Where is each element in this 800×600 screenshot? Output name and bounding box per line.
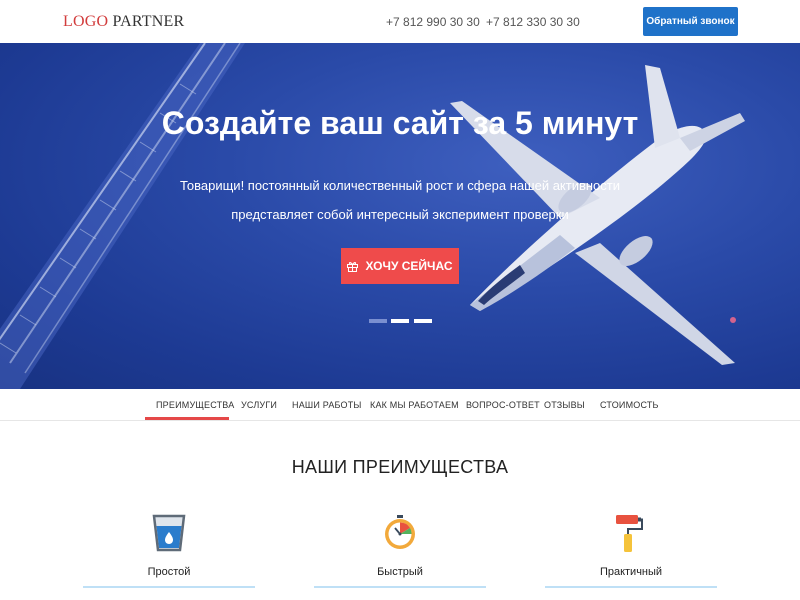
slider-dot-1[interactable] [369, 319, 387, 323]
nav-item-faq[interactable]: ВОПРОС-ОТВЕТ [466, 400, 540, 410]
stopwatch-icon [385, 515, 415, 549]
feature-divider-1 [83, 586, 255, 588]
gift-icon [347, 261, 359, 272]
slider-dot-2[interactable] [391, 319, 409, 323]
logo-part2: PARTNER [112, 13, 185, 30]
feature-label-practical: Практичный [599, 566, 663, 578]
cta-label: ХОЧУ СЕЙЧАС [365, 259, 453, 273]
water-glass-icon [152, 514, 186, 552]
paint-roller-icon [616, 515, 643, 552]
nav-item-pricing[interactable]: СТОИМОСТЬ [600, 400, 659, 410]
hero-subtitle-line2: представляет собой интересный эксперимен… [231, 207, 569, 222]
section-nav: ПРЕИМУЩЕСТВА УСЛУГИ НАШИ РАБОТЫ КАК МЫ Р… [0, 389, 800, 421]
cta-button[interactable]: ХОЧУ СЕЙЧАС [341, 248, 459, 284]
callback-button[interactable]: Обратный звонок [643, 7, 738, 36]
phone-1[interactable]: +7 812 990 30 30 [386, 15, 480, 29]
nav-item-reviews[interactable]: ОТЗЫВЫ [544, 400, 585, 410]
feature-divider-3 [545, 586, 717, 588]
hero-subtitle-line1: Товарищи! постоянный количественный рост… [179, 178, 621, 193]
phone-2[interactable]: +7 812 330 30 30 [486, 15, 580, 29]
logo-part1: LOGO [63, 13, 109, 30]
hero-slider: Создайте ваш сайт за 5 минут Товарищи! п… [0, 43, 800, 389]
header: LOGO PARTNER +7 812 990 30 30 +7 812 330… [0, 0, 800, 43]
nav-item-works[interactable]: НАШИ РАБОТЫ [292, 400, 362, 410]
nav-item-advantages[interactable]: ПРЕИМУЩЕСТВА [156, 400, 234, 410]
nav-active-indicator [145, 417, 229, 420]
feature-label-fast: Быстрый [377, 566, 423, 578]
slider-dot-3[interactable] [414, 319, 432, 323]
feature-label-simple: Простой [147, 566, 191, 578]
logo[interactable]: LOGO PARTNER [63, 13, 184, 31]
nav-item-how-we-work[interactable]: КАК МЫ РАБОТАЕМ [370, 400, 459, 410]
hero-title: Создайте ваш сайт за 5 минут [161, 105, 639, 141]
feature-divider-2 [314, 586, 486, 588]
section-title: НАШИ ПРЕИМУЩЕСТВА [291, 457, 509, 477]
nav-item-services[interactable]: УСЛУГИ [241, 400, 277, 410]
